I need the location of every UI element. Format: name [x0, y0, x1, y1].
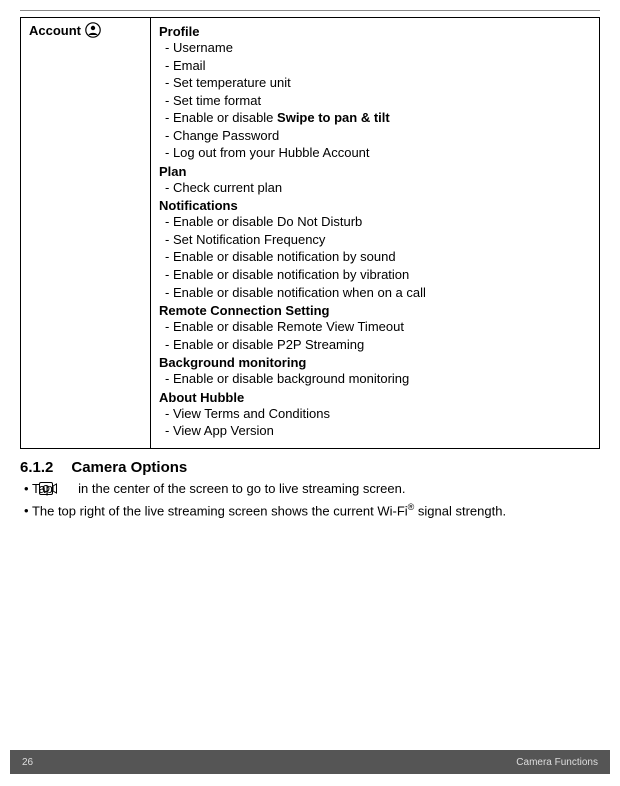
- list-item: Set temperature unit: [165, 74, 591, 92]
- bullet-item: Tap in the center of the screen to go to…: [24, 480, 600, 499]
- dash-list: Enable or disable Remote View TimeoutEna…: [159, 318, 591, 353]
- account-label: Account: [29, 23, 81, 38]
- superscript: ®: [408, 502, 415, 512]
- list-item: Enable or disable Do Not Disturb: [165, 213, 591, 231]
- list-item: Username: [165, 39, 591, 57]
- account-icon: [85, 22, 101, 38]
- bold-text: Swipe to pan & tilt: [277, 110, 390, 125]
- dash-list: Enable or disable background monitoring: [159, 370, 591, 388]
- section-title: About Hubble: [159, 390, 591, 405]
- bullet-item: The top right of the live streaming scre…: [24, 501, 600, 521]
- settings-table: Account ProfileUsernameEmailSet temperat…: [20, 17, 600, 449]
- table-left-cell: Account: [21, 18, 151, 449]
- dash-list: View Terms and ConditionsView App Versio…: [159, 405, 591, 440]
- list-item: Set Notification Frequency: [165, 231, 591, 249]
- list-item: View App Version: [165, 422, 591, 440]
- page-footer: 26 Camera Functions: [10, 750, 610, 774]
- list-item: Enable or disable notification when on a…: [165, 284, 591, 302]
- heading-number: 6.1.2: [20, 459, 53, 476]
- section-title: Background monitoring: [159, 355, 591, 370]
- list-item: Enable or disable Remote View Timeout: [165, 318, 591, 336]
- bullet-list: Tap in the center of the screen to go to…: [20, 480, 600, 521]
- section-title: Notifications: [159, 198, 591, 213]
- dash-list: UsernameEmailSet temperature unitSet tim…: [159, 39, 591, 162]
- list-item: Email: [165, 57, 591, 75]
- list-item: Log out from your Hubble Account: [165, 144, 591, 162]
- camera-icon: [57, 482, 75, 495]
- section-title: Remote Connection Setting: [159, 303, 591, 318]
- table-right-cell: ProfileUsernameEmailSet temperature unit…: [151, 18, 600, 449]
- section-title: Plan: [159, 164, 591, 179]
- section-title: Profile: [159, 24, 591, 39]
- list-item: Change Password: [165, 127, 591, 145]
- list-item: Enable or disable notification by sound: [165, 248, 591, 266]
- top-rule: [20, 10, 600, 11]
- list-item: Check current plan: [165, 179, 591, 197]
- heading-title: Camera Options: [71, 459, 187, 476]
- list-item: Enable or disable notification by vibrat…: [165, 266, 591, 284]
- dash-list: Enable or disable Do Not DisturbSet Noti…: [159, 213, 591, 301]
- list-item: Set time format: [165, 92, 591, 110]
- list-item: Enable or disable P2P Streaming: [165, 336, 591, 354]
- dash-list: Check current plan: [159, 179, 591, 197]
- list-item: View Terms and Conditions: [165, 405, 591, 423]
- section-heading: 6.1.2 Camera Options: [20, 459, 600, 476]
- page-number: 26: [22, 757, 33, 768]
- list-item: Enable or disable background monitoring: [165, 370, 591, 388]
- footer-title: Camera Functions: [516, 757, 598, 768]
- list-item: Enable or disable Swipe to pan & tilt: [165, 109, 591, 127]
